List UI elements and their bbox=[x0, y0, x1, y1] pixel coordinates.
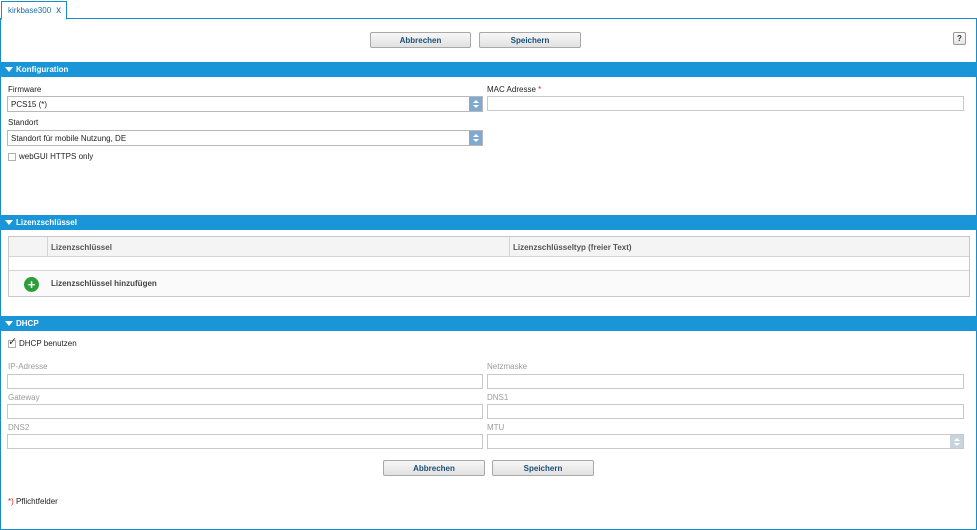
section-header-lizenzschluessel[interactable]: Lizenzschlüssel bbox=[0, 215, 977, 230]
add-license-link[interactable]: Lizenzschlüssel hinzufügen bbox=[51, 279, 157, 288]
mtu-stepper[interactable] bbox=[487, 434, 964, 449]
use-dhcp-label: DHCP benutzen bbox=[19, 339, 77, 348]
required-fields-note: *) Pflichtfelder bbox=[8, 497, 58, 506]
collapse-triangle-icon bbox=[5, 220, 13, 225]
license-table-header: Lizenzschlüssel Lizenzschlüsseltyp (frei… bbox=[9, 237, 969, 257]
netmask-field[interactable] bbox=[487, 374, 964, 389]
checkmark-icon: ✓ bbox=[8, 336, 18, 348]
standort-value: Standort für mobile Nutzung, DE bbox=[11, 133, 127, 143]
tab-kirkbase300[interactable]: kirkbase300 x bbox=[1, 1, 67, 20]
collapse-triangle-icon bbox=[5, 67, 13, 72]
spinner-icon[interactable] bbox=[469, 97, 482, 111]
section-header-dhcp[interactable]: DHCP bbox=[0, 316, 977, 331]
column-header-license-type: Lizenzschlüsseltyp (freier Text) bbox=[509, 237, 969, 257]
license-table: Lizenzschlüssel Lizenzschlüsseltyp (frei… bbox=[8, 236, 970, 297]
section-title: Konfiguration bbox=[16, 65, 69, 74]
dns2-field[interactable] bbox=[7, 434, 483, 449]
firmware-select[interactable]: PCS15 (*) bbox=[7, 96, 483, 112]
help-icon[interactable]: ? bbox=[953, 32, 966, 45]
mac-label: MAC Adresse * bbox=[487, 85, 542, 94]
https-only-checkbox[interactable] bbox=[8, 153, 16, 161]
mac-address-field[interactable] bbox=[487, 96, 964, 111]
ip-address-label: IP-Adresse bbox=[8, 362, 48, 371]
netmask-label: Netzmaske bbox=[487, 362, 528, 371]
standort-label: Standort bbox=[8, 118, 39, 127]
tab-title: kirkbase300 bbox=[8, 6, 52, 15]
dns1-label: DNS1 bbox=[487, 393, 509, 402]
close-icon[interactable]: x bbox=[56, 5, 61, 16]
column-header-license-key: Lizenzschlüssel bbox=[47, 237, 509, 257]
section-header-konfiguration[interactable]: Konfiguration bbox=[0, 62, 977, 77]
section-title: Lizenzschlüssel bbox=[16, 218, 77, 227]
https-only-label: webGUI HTTPS only bbox=[19, 152, 94, 161]
table-row bbox=[9, 257, 969, 271]
standort-select[interactable]: Standort für mobile Nutzung, DE bbox=[7, 130, 483, 146]
mtu-label: MTU bbox=[487, 423, 505, 432]
firmware-value: PCS15 (*) bbox=[11, 99, 48, 109]
dns2-label: DNS2 bbox=[8, 423, 30, 432]
gateway-field[interactable] bbox=[7, 404, 483, 419]
section-title: DHCP bbox=[16, 319, 39, 328]
save-button[interactable]: Speichern bbox=[479, 32, 581, 48]
dns1-field[interactable] bbox=[487, 404, 964, 419]
spinner-icon[interactable] bbox=[469, 131, 482, 145]
firmware-label: Firmware bbox=[8, 85, 42, 94]
gateway-label: Gateway bbox=[8, 393, 40, 402]
tab-bar: kirkbase300 x bbox=[0, 0, 977, 20]
spinner-icon[interactable] bbox=[950, 435, 963, 448]
add-icon[interactable]: + bbox=[24, 277, 39, 292]
cancel-button[interactable]: Abbrechen bbox=[370, 32, 471, 48]
cancel-button-bottom[interactable]: Abbrechen bbox=[383, 460, 485, 476]
collapse-triangle-icon bbox=[5, 321, 13, 326]
ip-address-field[interactable] bbox=[7, 374, 483, 389]
save-button-bottom[interactable]: Speichern bbox=[492, 460, 594, 476]
